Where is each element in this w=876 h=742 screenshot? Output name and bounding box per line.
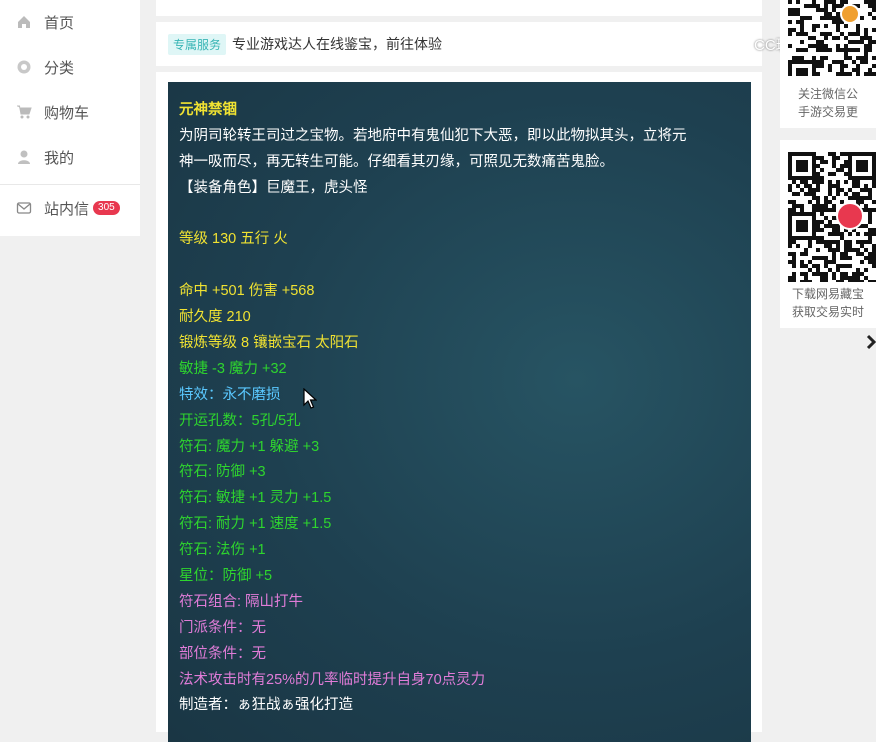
item-slot-requirement: 部位条件：无 [179,645,266,662]
item-star-position: 星位：防御 +5 [179,568,273,585]
right-sidebar: 关注微信公 手游交易更 下载网易藏宝 获取交易实时 [780,0,876,720]
user-icon [16,149,32,165]
item-holes: 开运孔数：5孔/5孔 [179,412,301,429]
unread-count-badge: 305 [93,201,120,215]
service-tag: 专属服务 [168,33,227,55]
cart-icon [16,104,32,120]
service-link-text[interactable]: 专业游戏达人在线鉴宝，前往体验 [232,34,442,54]
item-rune-combo: 符石组合: 隔山打牛 [179,593,304,610]
item-special-effect: 特效：永不磨损 [179,386,281,403]
app-qr-caption-1: 下载网易藏宝 [791,287,864,301]
watermark-icon [736,40,752,53]
home-icon [16,14,32,30]
app-qr-caption-2: 获取交易实时 [791,305,864,319]
sidebar-item-mine[interactable]: 我的 [0,135,140,179]
sidebar-item-label: 站内信 [44,200,90,218]
wechat-qr-code[interactable] [788,0,876,76]
wechat-qr-caption-2: 手游交易更 [797,105,858,119]
item-rune-2: 符石: 防御 +3 [179,464,266,481]
app-qr-code[interactable] [788,146,876,282]
item-name: 元神禁锢 [179,102,237,118]
sidebar-item-messages[interactable]: 站内信 305 [0,186,140,230]
app-qr-card: 下载网易藏宝 获取交易实时 [780,140,876,328]
item-agility-magic: 敏捷 -3 魔力 +32 [179,360,287,377]
sidebar-item-label: 分类 [44,59,75,77]
item-level: 等级 130 五行 火 [179,231,288,248]
item-rune-5: 符石: 法伤 +1 [179,542,266,559]
sidebar-item-label: 首页 [44,14,75,32]
expert-service-banner[interactable]: 专属服务 专业游戏达人在线鉴宝，前往体验 [156,22,762,66]
item-description-line-2: 神一吸而尽，再无转生可能。仔细看其刃缘，可照见无数痛苦鬼脸。 [179,153,614,170]
sidebar-divider [0,184,140,185]
item-spell-effect: 法术攻击时有25%的几率临时提升自身70点灵力 [179,671,486,688]
sidebar-item-label: 我的 [44,149,75,167]
item-durability: 耐久度 210 [179,309,251,326]
item-rune-4: 符石: 耐力 +1 速度 +1.5 [179,516,332,533]
scroll-arrow-icon [866,334,876,350]
item-hit-damage: 命中 +501 伤害 +568 [179,283,315,300]
sidebar-item-cart[interactable]: 购物车 [0,90,140,134]
item-tooltip-card: 元神禁锢 为阴司轮转王司过之宝物。若地府中有鬼仙犯下大恶，即以此物拟其头，立将元… [168,82,751,742]
mail-icon [16,200,32,216]
item-school-requirement: 门派条件：无 [179,619,266,636]
sidebar-item-category[interactable]: 分类 [0,45,140,89]
main-top-panel [156,0,762,16]
wechat-qr-card: 关注微信公 手游交易更 [780,0,876,128]
item-description-line-1: 为阴司轮转王司过之宝物。若地府中有鬼仙犯下大恶，即以此物拟其头，立将元 [179,127,687,144]
item-forge-level: 锻炼等级 8 镶嵌宝石 太阳石 [179,335,359,352]
mouse-cursor-icon [303,388,317,409]
category-icon [16,59,32,75]
item-equip-role: 【装备角色】巨魔王，虎头怪 [179,179,368,196]
sidebar-item-label: 购物车 [44,104,90,122]
item-rune-3: 符石: 敏捷 +1 灵力 +1.5 [179,490,332,507]
sidebar-nav: 首页 分类 购物车 我的 站内信 305 [0,0,140,236]
item-maker: 制造者：ぁ狂战ぁ强化打造 [179,697,353,714]
wechat-qr-caption-1: 关注微信公 [797,87,858,101]
item-detail-panel: 元神禁锢 为阴司轮转王司过之宝物。若地府中有鬼仙犯下大恶，即以此物拟其头，立将元… [156,72,762,742]
item-rune-1: 符石: 魔力 +1 躲避 +3 [179,438,320,455]
sidebar-item-home[interactable]: 首页 [0,0,140,44]
